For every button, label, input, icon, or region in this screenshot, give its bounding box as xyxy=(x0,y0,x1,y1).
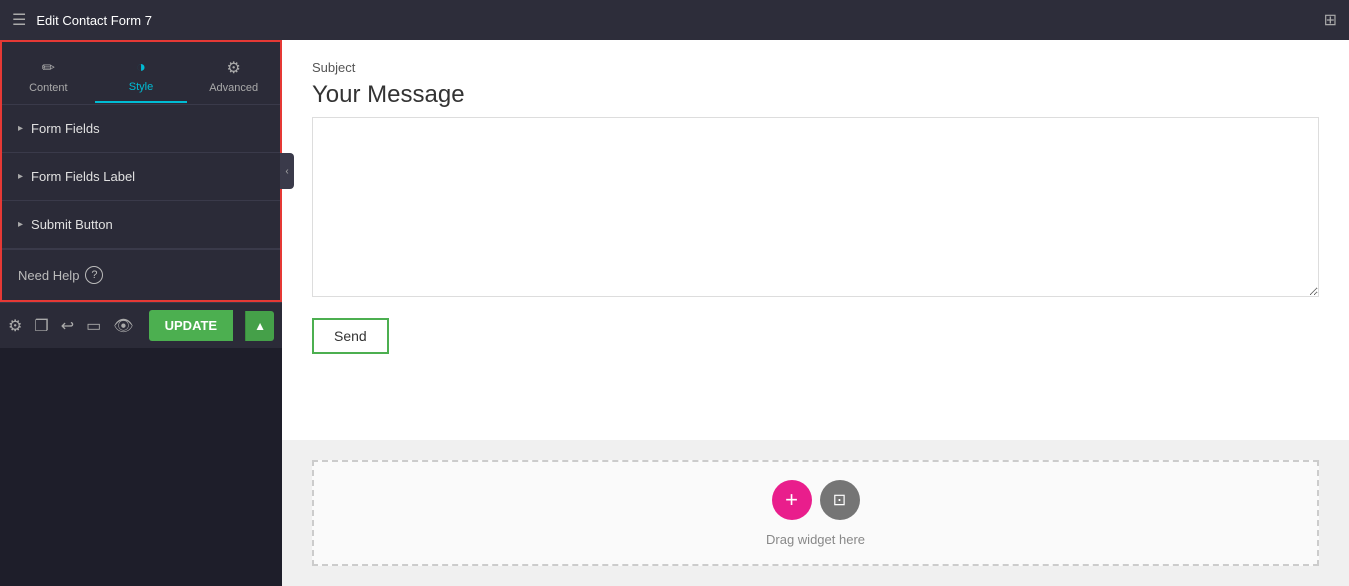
accordion-label-submit-button: Submit Button xyxy=(31,217,113,232)
form-preview: Subject Your Message Send xyxy=(282,40,1349,440)
message-textarea[interactable] xyxy=(312,117,1319,297)
layers-icon[interactable]: ❐ xyxy=(34,316,48,336)
chevron-right-icon-3: ▸ xyxy=(18,219,23,230)
message-label: Your Message xyxy=(312,81,1319,109)
pencil-icon: ✏ xyxy=(42,58,55,78)
tab-style[interactable]: ◑ Style xyxy=(95,51,188,103)
tab-content[interactable]: ✏ Content xyxy=(2,50,95,104)
hamburger-icon[interactable]: ☰ xyxy=(12,10,26,30)
tabs-bar: ✏ Content ◑ Style ⚙ Advanced xyxy=(2,42,280,105)
update-arrow-button[interactable]: ▲ xyxy=(245,311,274,341)
canvas-area: Subject Your Message Send + ⊡ Drag widge… xyxy=(282,40,1349,586)
accordion-item-form-fields: ▸ Form Fields xyxy=(2,105,280,153)
chevron-right-icon: ▸ xyxy=(18,123,23,134)
tab-content-label: Content xyxy=(29,82,68,94)
tab-style-label: Style xyxy=(129,81,153,93)
need-help-label: Need Help xyxy=(18,268,79,283)
folder-widget-button[interactable]: ⊡ xyxy=(820,480,860,520)
eye-icon[interactable]: 👁 xyxy=(113,316,133,336)
top-header: ☰ Edit Contact Form 7 ⊞ xyxy=(0,0,1349,40)
add-widget-button[interactable]: + xyxy=(772,480,812,520)
accordion: ▸ Form Fields ▸ Form Fields Label ▸ xyxy=(2,105,280,249)
monitor-icon[interactable]: ▭ xyxy=(86,316,101,336)
grid-icon[interactable]: ⊞ xyxy=(1324,10,1337,30)
accordion-header-form-fields-label[interactable]: ▸ Form Fields Label xyxy=(2,153,280,200)
accordion-label-form-fields-label: Form Fields Label xyxy=(31,169,135,184)
footer-toolbar: ⚙ ❐ ↩ ▭ 👁 UPDATE ▲ xyxy=(0,302,282,348)
header-title: Edit Contact Form 7 xyxy=(36,13,152,28)
need-help-section: Need Help ? xyxy=(2,249,280,300)
accordion-label-form-fields: Form Fields xyxy=(31,121,100,136)
accordion-header-form-fields[interactable]: ▸ Form Fields xyxy=(2,105,280,152)
accordion-item-form-fields-label: ▸ Form Fields Label xyxy=(2,153,280,201)
drop-zone-actions: + ⊡ xyxy=(772,480,860,520)
undo-icon[interactable]: ↩ xyxy=(61,316,74,336)
accordion-header-submit-button[interactable]: ▸ Submit Button xyxy=(2,201,280,248)
chevron-right-icon-2: ▸ xyxy=(18,171,23,182)
send-button[interactable]: Send xyxy=(312,318,389,354)
help-icon[interactable]: ? xyxy=(85,266,103,284)
circle-half-icon: ◑ xyxy=(136,59,146,77)
tab-advanced-label: Advanced xyxy=(209,82,258,94)
drop-text: Drag widget here xyxy=(766,532,865,547)
drop-zone: + ⊡ Drag widget here xyxy=(312,460,1319,566)
accordion-item-submit-button: ▸ Submit Button xyxy=(2,201,280,249)
update-button[interactable]: UPDATE xyxy=(149,310,233,341)
settings-icon[interactable]: ⚙ xyxy=(8,316,22,336)
tab-advanced[interactable]: ⚙ Advanced xyxy=(187,50,280,104)
sidebar: ✏ Content ◑ Style ⚙ Advanced xyxy=(0,40,282,302)
gear-tab-icon: ⚙ xyxy=(227,58,241,78)
subject-label: Subject xyxy=(312,60,1319,75)
collapse-sidebar-handle[interactable]: ‹ xyxy=(280,153,294,189)
